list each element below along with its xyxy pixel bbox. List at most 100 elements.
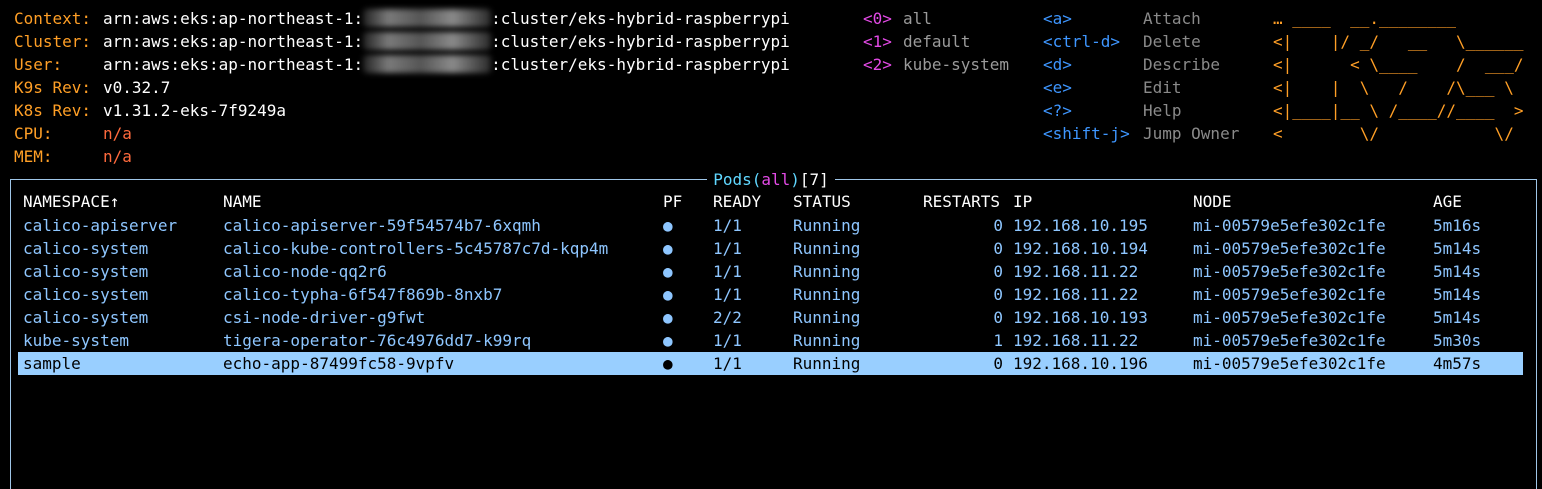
table-row[interactable]: calico-system csi-node-driver-g9fwt ● 2/… bbox=[18, 306, 1523, 329]
cell-pf: ● bbox=[663, 354, 673, 373]
cell-age: 4m57s bbox=[1433, 354, 1482, 373]
namespace-key[interactable]: <1> bbox=[863, 30, 892, 53]
shortcut-label[interactable]: Delete bbox=[1143, 30, 1201, 53]
cell-pf: ● bbox=[663, 239, 673, 258]
cell-age: 5m16s bbox=[1433, 216, 1482, 235]
cell-name: calico-node-qq2r6 bbox=[223, 262, 387, 281]
namespace-label[interactable]: kube-system bbox=[903, 53, 1009, 76]
cell-age: 5m14s bbox=[1433, 239, 1482, 258]
cell-ready: 1/1 bbox=[713, 239, 742, 258]
k8s-rev-value: v1.31.2-eks-7f9249a bbox=[103, 101, 287, 120]
column-header-ready[interactable]: READY bbox=[713, 190, 761, 213]
column-header-ip[interactable]: IP bbox=[1013, 190, 1032, 213]
table-row[interactable]: calico-system calico-typha-6f547f869b-8n… bbox=[18, 283, 1523, 306]
cell-ready: 1/1 bbox=[713, 216, 742, 235]
namespace-key[interactable]: <0> bbox=[863, 7, 892, 30]
cluster-line: Cluster: bbox=[14, 32, 92, 51]
cluster-value: arn:aws:eks:ap-northeast-1::cluster/eks-… bbox=[103, 32, 790, 51]
cell-namespace: sample bbox=[23, 354, 81, 373]
shortcut-key[interactable]: <a> bbox=[1043, 7, 1072, 30]
table-row-selected[interactable]: sample echo-app-87499fc58-9vpfv ● 1/1 Ru… bbox=[18, 352, 1523, 375]
shortcut-label[interactable]: Attach bbox=[1143, 7, 1201, 30]
column-header-pf[interactable]: PF bbox=[663, 190, 682, 213]
shortcut-label[interactable]: Jump Owner bbox=[1143, 122, 1239, 145]
cell-node: mi-00579e5efe302c1fe bbox=[1193, 308, 1386, 327]
column-header-node[interactable]: NODE bbox=[1193, 190, 1232, 213]
cell-restarts: 0 bbox=[993, 216, 1003, 235]
cell-restarts: 0 bbox=[993, 308, 1003, 327]
cell-pf: ● bbox=[663, 216, 673, 235]
shortcut-key[interactable]: <d> bbox=[1043, 53, 1072, 76]
cell-ready: 2/2 bbox=[713, 308, 742, 327]
cell-ip: 192.168.10.194 bbox=[1013, 239, 1148, 258]
cell-node: mi-00579e5efe302c1fe bbox=[1193, 331, 1386, 350]
k9s-rev-value: v0.32.7 bbox=[103, 78, 171, 97]
cell-ready: 1/1 bbox=[713, 262, 742, 281]
cell-ip: 192.168.10.196 bbox=[1013, 354, 1148, 373]
cell-status: Running bbox=[793, 216, 861, 235]
cell-namespace: calico-system bbox=[23, 262, 149, 281]
shortcut-key[interactable]: <shift-j> bbox=[1043, 122, 1130, 145]
table-row[interactable]: kube-system tigera-operator-76c4976dd7-k… bbox=[18, 329, 1523, 352]
cell-status: Running bbox=[793, 354, 861, 373]
cell-name: echo-app-87499fc58-9vpfv bbox=[223, 354, 455, 373]
shortcut-key[interactable]: <e> bbox=[1043, 76, 1072, 99]
cell-age: 5m14s bbox=[1433, 262, 1482, 281]
cell-pf: ● bbox=[663, 308, 673, 327]
shortcut-key[interactable]: <?> bbox=[1043, 99, 1072, 122]
cell-status: Running bbox=[793, 331, 861, 350]
cell-restarts: 1 bbox=[993, 331, 1003, 350]
cell-node: mi-00579e5efe302c1fe bbox=[1193, 354, 1386, 373]
cell-node: mi-00579e5efe302c1fe bbox=[1193, 239, 1386, 258]
shortcut-key[interactable]: <ctrl-d> bbox=[1043, 30, 1120, 53]
logo-line: <| | \ / /\___ \ bbox=[1273, 78, 1524, 97]
cell-pf: ● bbox=[663, 285, 673, 304]
cell-age: 5m14s bbox=[1433, 308, 1482, 327]
shortcut-label[interactable]: Edit bbox=[1143, 76, 1182, 99]
cpu-value: n/a bbox=[103, 124, 132, 143]
cell-ready: 1/1 bbox=[713, 285, 742, 304]
redacted-account-id bbox=[363, 55, 492, 73]
cell-name: calico-typha-6f547f869b-8nxb7 bbox=[223, 285, 503, 304]
cell-restarts: 0 bbox=[993, 239, 1003, 258]
shortcut-label[interactable]: Help bbox=[1143, 99, 1182, 122]
pods-table-title: Pods(all)[7] bbox=[0, 170, 1542, 190]
cell-name: calico-apiserver-59f54574b7-6xqmh bbox=[223, 216, 541, 235]
column-header-status[interactable]: STATUS bbox=[793, 190, 851, 213]
column-header-age[interactable]: AGE bbox=[1433, 190, 1462, 213]
cell-status: Running bbox=[793, 285, 861, 304]
shortcut-label[interactable]: Describe bbox=[1143, 53, 1220, 76]
cell-status: Running bbox=[793, 239, 861, 258]
namespace-key[interactable]: <2> bbox=[863, 53, 892, 76]
context-value: arn:aws:eks:ap-northeast-1::cluster/eks-… bbox=[103, 9, 790, 28]
table-row[interactable]: calico-system calico-node-qq2r6 ● 1/1 Ru… bbox=[18, 260, 1523, 283]
namespace-label[interactable]: default bbox=[903, 30, 970, 53]
redacted-account-id bbox=[363, 32, 492, 50]
context-line: Context: bbox=[14, 9, 92, 28]
column-header-restarts[interactable]: RESTARTS bbox=[923, 190, 1000, 213]
cell-name: csi-node-driver-g9fwt bbox=[223, 308, 426, 327]
cell-node: mi-00579e5efe302c1fe bbox=[1193, 262, 1386, 281]
cell-namespace: calico-apiserver bbox=[23, 216, 178, 235]
cell-node: mi-00579e5efe302c1fe bbox=[1193, 216, 1386, 235]
redacted-account-id bbox=[363, 9, 492, 27]
cell-ready: 1/1 bbox=[713, 331, 742, 350]
table-row[interactable]: calico-apiserver calico-apiserver-59f545… bbox=[18, 214, 1523, 237]
user-line: User: bbox=[14, 55, 63, 74]
cell-name: tigera-operator-76c4976dd7-k99rq bbox=[223, 331, 532, 350]
logo-line: <|____|__ \ /____//____ > bbox=[1273, 101, 1524, 120]
cell-ip: 192.168.11.22 bbox=[1013, 285, 1139, 304]
cell-restarts: 0 bbox=[993, 285, 1003, 304]
cell-namespace: kube-system bbox=[23, 331, 129, 350]
cell-age: 5m30s bbox=[1433, 331, 1482, 350]
cell-pf: ● bbox=[663, 262, 673, 281]
mem-value: n/a bbox=[103, 147, 132, 166]
cell-restarts: 0 bbox=[993, 354, 1003, 373]
column-header-name[interactable]: NAME bbox=[223, 190, 262, 213]
cell-ready: 1/1 bbox=[713, 354, 742, 373]
logo-line: … ____ __.________ bbox=[1273, 9, 1524, 28]
column-header-namespace[interactable]: NAMESPACE↑ bbox=[23, 190, 119, 213]
namespace-label[interactable]: all bbox=[903, 7, 932, 30]
table-row[interactable]: calico-system calico-kube-controllers-5c… bbox=[18, 237, 1523, 260]
cell-namespace: calico-system bbox=[23, 308, 149, 327]
